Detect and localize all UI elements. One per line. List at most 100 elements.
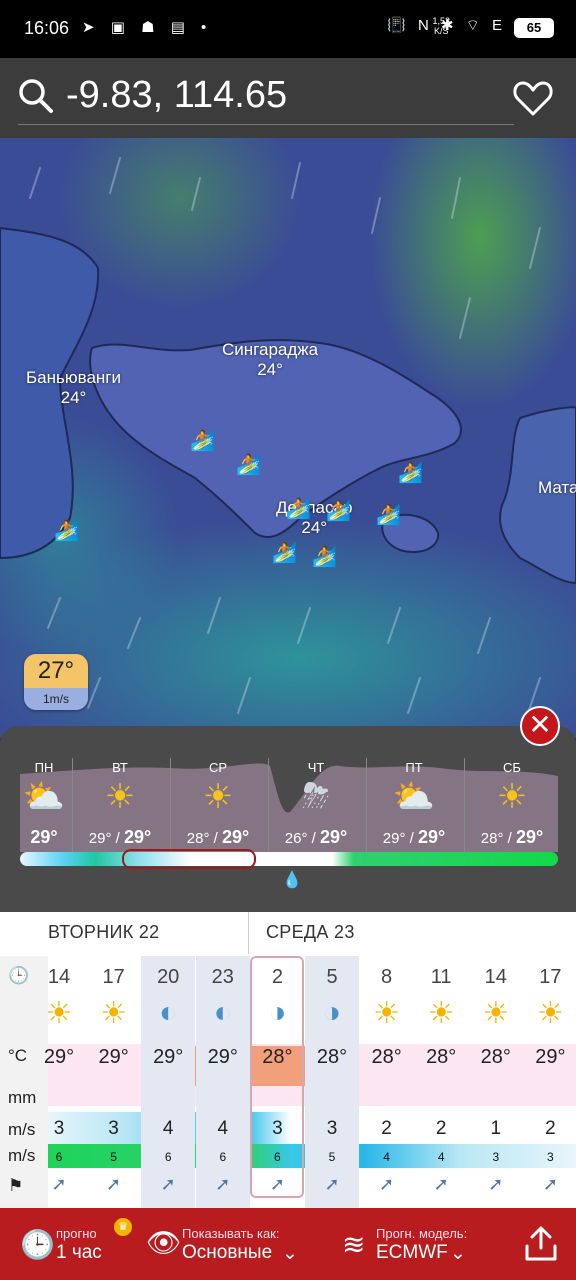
chevron-down-icon: ⌄ xyxy=(450,1243,466,1264)
wind-direction-arrow-icon: ➚ xyxy=(160,1174,176,1194)
sun-icon: ☀ xyxy=(104,778,136,816)
hour-wind-speed: 2 xyxy=(435,1118,447,1139)
hour-wind-gust: 6 xyxy=(55,1150,63,1164)
surf-spot-icon[interactable]: 🏄 xyxy=(236,452,261,477)
selected-hour-highlight xyxy=(250,956,304,1198)
eye-icon: 👁 xyxy=(146,1227,182,1258)
wind-direction-arrow-icon: ➚ xyxy=(379,1174,395,1194)
hour-wind-speed: 4 xyxy=(217,1118,229,1139)
hour-column[interactable]: 8 ☀ 28° 2 4 ➚ xyxy=(360,956,414,1208)
hour-column[interactable]: 14 ☀ 28° 1 3 ➚ xyxy=(469,956,523,1208)
share-icon xyxy=(525,1226,557,1261)
daily-forecast: ПН ⛅ 29° ВТ ☀ 29° / 29° СР ☀ 28° / 29° Ч… xyxy=(20,760,560,850)
hour-wind-gust: 5 xyxy=(110,1150,117,1164)
sun-icon: ☀ xyxy=(427,997,455,1030)
map-layer xyxy=(0,138,576,738)
display-mode-selector[interactable]: 👁 Показывать как: Основные ⌄ xyxy=(146,1208,316,1280)
hour-wind-speed: 3 xyxy=(326,1118,338,1139)
hour-column[interactable]: 17 ☀ 29° 2 3 ➚ xyxy=(523,956,576,1208)
day-divider xyxy=(464,758,465,854)
surf-spot-icon[interactable]: 🏄 xyxy=(376,502,401,527)
hour-label: 14 xyxy=(47,966,71,988)
surf-spot-icon[interactable]: 🏄 xyxy=(326,498,351,523)
hour-temperature: 29° xyxy=(207,1046,238,1068)
thunderstorm-icon: ⛈ xyxy=(302,777,330,815)
forecast-step-button[interactable]: 🕒 прогно 1 час ♛ xyxy=(18,1208,132,1280)
hour-wind-gust: 4 xyxy=(437,1150,445,1164)
hour-label: 17 xyxy=(102,966,125,988)
hour-wind-speed: 2 xyxy=(545,1118,556,1139)
day-divider xyxy=(72,758,73,854)
surf-spot-icon[interactable]: 🏄 xyxy=(286,496,311,521)
wind-direction-arrow-icon: ➚ xyxy=(488,1174,504,1194)
hour-label: 23 xyxy=(211,966,234,988)
surf-spot-icon[interactable]: 🏄 xyxy=(398,460,423,485)
wind-direction-flag-icon: ⚑ xyxy=(8,1176,24,1195)
hour-label: 20 xyxy=(157,966,180,988)
hour-temperature: 28° xyxy=(371,1046,402,1068)
hour-temperature: 29° xyxy=(535,1046,566,1068)
hour-label: 8 xyxy=(381,966,393,988)
hour-wind-speed: 2 xyxy=(381,1118,392,1139)
day-divider xyxy=(268,758,269,854)
day-divider xyxy=(170,758,171,854)
city-label-banyuwangi[interactable]: Баньюванги 24° xyxy=(26,368,121,408)
close-panel-button[interactable]: ✕ xyxy=(520,706,560,746)
row-label-temp: °C xyxy=(8,1046,28,1065)
city-label-singaraja[interactable]: Сингараджа 24° xyxy=(222,340,318,380)
hour-column[interactable]: 11 ☀ 28° 2 4 ➚ xyxy=(414,956,468,1208)
layers-icon: ≋ xyxy=(342,1229,366,1260)
hour-label: 14 xyxy=(484,966,507,988)
day-card-wed[interactable]: СР ☀ 28° / 29° xyxy=(170,760,266,850)
favorite-heart-icon[interactable] xyxy=(512,78,554,118)
hour-temperature: 28° xyxy=(426,1046,457,1068)
hour-temperature: 29° xyxy=(98,1046,129,1068)
search-icon[interactable] xyxy=(16,76,56,116)
wind-direction-arrow-icon: ➚ xyxy=(106,1174,122,1194)
surf-spot-icon[interactable]: 🏄 xyxy=(312,544,337,569)
day-card-tue[interactable]: ВТ ☀ 29° / 29° xyxy=(72,760,168,850)
day-divider xyxy=(366,758,367,854)
wind-direction-arrow-icon: ➚ xyxy=(51,1174,67,1194)
hour-column[interactable]: 23 ◐ 29° 4 6 ➚ xyxy=(195,956,250,1208)
hour-wind-speed: 3 xyxy=(53,1118,65,1139)
hour-column[interactable]: 17 ☀ 29° 3 5 ➚ xyxy=(87,956,141,1208)
day-card-fri[interactable]: ПТ ⛅ 29° / 29° xyxy=(366,760,462,850)
hour-wind-gust: 4 xyxy=(383,1150,390,1164)
hour-column[interactable]: 5 ◑ 28° 3 5 ➚ xyxy=(305,956,359,1208)
hour-wind-speed: 1 xyxy=(490,1118,502,1139)
forecast-step-value: 1 час xyxy=(56,1242,102,1263)
city-label-mataram[interactable]: Мата xyxy=(538,478,576,498)
wind-map[interactable]: Сингараджа 24° Баньюванги 24° Денпасар 24° … xyxy=(0,138,576,738)
hour-column[interactable]: 20 ◐ 29° 4 6 ➚ xyxy=(141,956,196,1208)
day-card-sat[interactable]: СБ ☀ 28° / 29° xyxy=(464,760,560,850)
forecast-model-selector[interactable]: ≋ Прогн. модель: ECMWF ⌄ xyxy=(340,1208,490,1280)
day-card-thu[interactable]: ЧТ ⛈ 26° / 29° xyxy=(268,760,364,850)
location-temp-badge[interactable]: 27° 1m/s xyxy=(24,654,88,710)
sun-icon: ☀ xyxy=(202,778,234,816)
badge-temperature: 27° xyxy=(24,654,88,688)
hour-wind-speed: 3 xyxy=(108,1118,119,1139)
surf-spot-icon[interactable]: 🏄 xyxy=(190,428,215,453)
wind-direction-arrow-icon: ➚ xyxy=(433,1174,449,1194)
badge-wind: 1m/s xyxy=(24,688,88,710)
sun-icon: ☀ xyxy=(482,997,510,1030)
wind-direction-arrow-icon: ➚ xyxy=(542,1174,558,1194)
precipitation-timeline-bar[interactable] xyxy=(20,852,558,866)
display-mode-caption: Показывать как: xyxy=(182,1226,280,1241)
sun-cloud-icon: ⛅ xyxy=(392,778,436,816)
hour-label: 5 xyxy=(326,966,338,988)
timeline-selection-handle[interactable] xyxy=(122,849,256,869)
search-input[interactable]: -9.83, 114.65 xyxy=(66,74,287,117)
clock-icon: 🕒 xyxy=(20,1229,55,1260)
chevron-down-icon: ⌄ xyxy=(282,1243,298,1264)
hour-column[interactable]: 14 ☀ 29° 3 6 ➚ xyxy=(32,956,86,1208)
share-button[interactable] xyxy=(520,1208,564,1280)
surf-spot-icon[interactable]: 🏄 xyxy=(54,518,79,543)
sun-icon: ☀ xyxy=(496,778,528,816)
hour-wind-gust: 5 xyxy=(328,1150,336,1164)
wind-direction-arrow-icon: ➚ xyxy=(324,1174,340,1194)
hour-wind-speed: 4 xyxy=(162,1118,174,1139)
surf-spot-icon[interactable]: 🏄 xyxy=(272,540,297,565)
status-bar: 16:06 ➤ ▣ ☗ ▤ • 1,53 K/S 📳 N ✱ ⌔ E 65 xyxy=(0,0,576,58)
